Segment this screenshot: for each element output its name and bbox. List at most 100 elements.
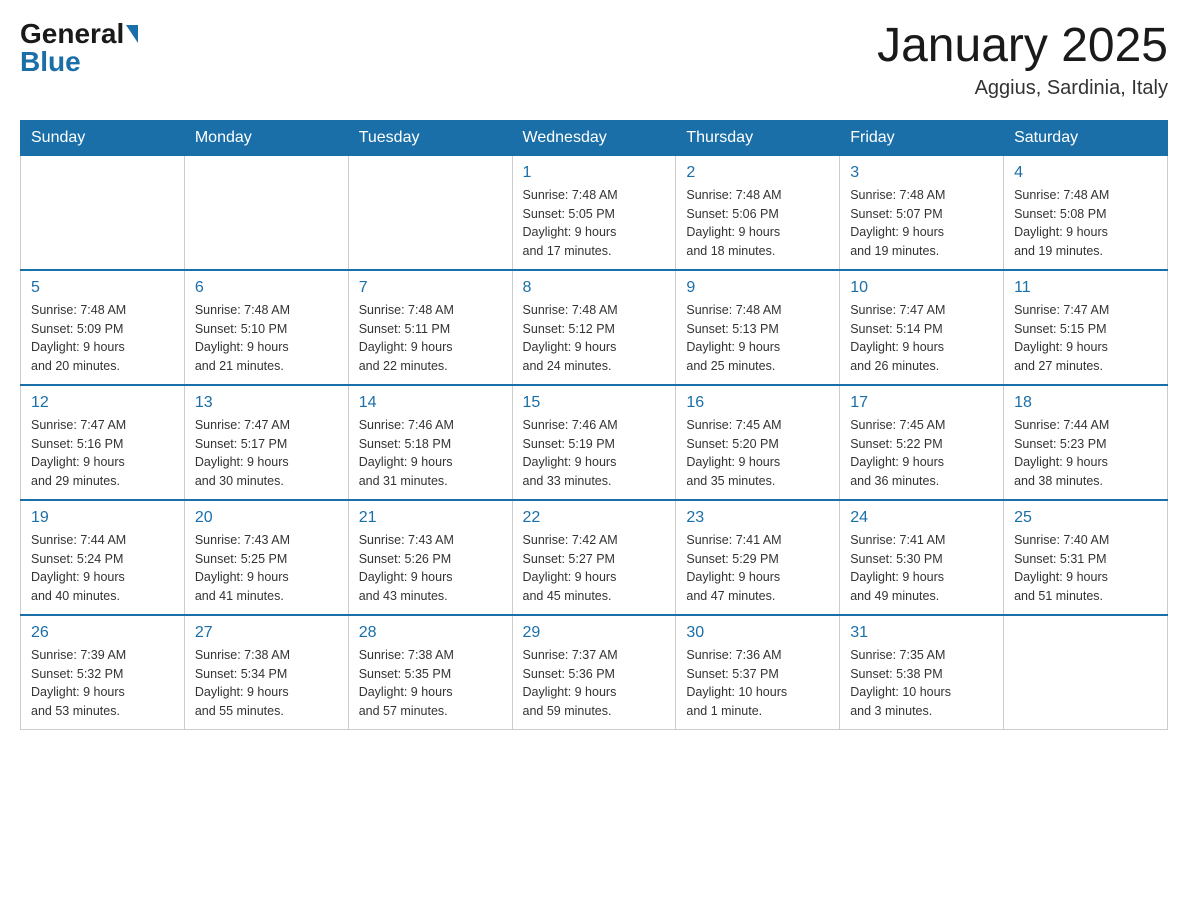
- day-number: 28: [359, 624, 502, 642]
- day-number: 1: [523, 164, 666, 182]
- calendar-cell: [1004, 615, 1168, 730]
- calendar-cell: 8Sunrise: 7:48 AM Sunset: 5:12 PM Daylig…: [512, 270, 676, 385]
- day-info: Sunrise: 7:48 AM Sunset: 5:12 PM Dayligh…: [523, 301, 666, 376]
- calendar-header-row: SundayMondayTuesdayWednesdayThursdayFrid…: [21, 120, 1168, 155]
- day-number: 24: [850, 509, 993, 527]
- day-header-wednesday: Wednesday: [512, 120, 676, 155]
- title-section: January 2025 Aggius, Sardinia, Italy: [877, 20, 1168, 100]
- month-title: January 2025: [877, 20, 1168, 73]
- day-number: 31: [850, 624, 993, 642]
- day-info: Sunrise: 7:38 AM Sunset: 5:35 PM Dayligh…: [359, 646, 502, 721]
- day-info: Sunrise: 7:48 AM Sunset: 5:05 PM Dayligh…: [523, 186, 666, 261]
- calendar-cell: 28 Sunrise: 7:38 AM Sunset: 5:35 PM Dayli…: [348, 615, 512, 730]
- day-header-sunday: Sunday: [21, 120, 185, 155]
- calendar-cell: 3Sunrise: 7:48 AM Sunset: 5:07 PM Daylig…: [840, 155, 1004, 270]
- day-info: Sunrise: 7:44 AM Sunset: 5:24 PM Dayligh…: [31, 531, 174, 606]
- calendar-cell: 26Sunrise: 7:39 AM Sunset: 5:32 PM Dayli…: [21, 615, 185, 730]
- day-number: 13: [195, 394, 338, 412]
- day-number: 7: [359, 279, 502, 297]
- day-number: 21: [359, 509, 502, 527]
- calendar-cell: 30Sunrise: 7:36 AM Sunset: 5:37 PM Dayli…: [676, 615, 840, 730]
- calendar-cell: 29 Sunrise: 7:37 AM Sunset: 5:36 PM Dayli…: [512, 615, 676, 730]
- day-info: Sunrise: 7:47 AM Sunset: 5:14 PM Dayligh…: [850, 301, 993, 376]
- calendar-cell: 17 Sunrise: 7:45 AM Sunset: 5:22 PM Dayli…: [840, 385, 1004, 500]
- day-info: Sunrise: 7:43 AM Sunset: 5:26 PM Dayligh…: [359, 531, 502, 606]
- calendar-cell: [348, 155, 512, 270]
- calendar-cell: 13 Sunrise: 7:47 AM Sunset: 5:17 PM Dayli…: [184, 385, 348, 500]
- day-number: 9: [686, 279, 829, 297]
- calendar-cell: 5 Sunrise: 7:48 AM Sunset: 5:09 PM Daylig…: [21, 270, 185, 385]
- day-info: Sunrise: 7:48 AM Sunset: 5:08 PM Dayligh…: [1014, 186, 1157, 261]
- calendar-cell: 21 Sunrise: 7:43 AM Sunset: 5:26 PM Dayli…: [348, 500, 512, 615]
- calendar-week-row: 5 Sunrise: 7:48 AM Sunset: 5:09 PM Daylig…: [21, 270, 1168, 385]
- day-info: Sunrise: 7:47 AM Sunset: 5:16 PM Dayligh…: [31, 416, 174, 491]
- day-number: 16: [686, 394, 829, 412]
- day-number: 2: [686, 164, 829, 182]
- day-info: Sunrise: 7:40 AM Sunset: 5:31 PM Dayligh…: [1014, 531, 1157, 606]
- day-number: 30: [686, 624, 829, 642]
- calendar-cell: 16 Sunrise: 7:45 AM Sunset: 5:20 PM Dayli…: [676, 385, 840, 500]
- day-info: Sunrise: 7:48 AM Sunset: 5:06 PM Dayligh…: [686, 186, 829, 261]
- day-number: 12: [31, 394, 174, 412]
- day-number: 19: [31, 509, 174, 527]
- day-info: Sunrise: 7:48 AM Sunset: 5:09 PM Dayligh…: [31, 301, 174, 376]
- calendar-table: SundayMondayTuesdayWednesdayThursdayFrid…: [20, 120, 1168, 730]
- calendar-cell: 24 Sunrise: 7:41 AM Sunset: 5:30 PM Dayli…: [840, 500, 1004, 615]
- calendar-cell: 25 Sunrise: 7:40 AM Sunset: 5:31 PM Dayli…: [1004, 500, 1168, 615]
- calendar-week-row: 26Sunrise: 7:39 AM Sunset: 5:32 PM Dayli…: [21, 615, 1168, 730]
- calendar-cell: 12 Sunrise: 7:47 AM Sunset: 5:16 PM Dayli…: [21, 385, 185, 500]
- day-info: Sunrise: 7:46 AM Sunset: 5:18 PM Dayligh…: [359, 416, 502, 491]
- day-info: Sunrise: 7:45 AM Sunset: 5:22 PM Dayligh…: [850, 416, 993, 491]
- day-number: 29: [523, 624, 666, 642]
- calendar-cell: 14 Sunrise: 7:46 AM Sunset: 5:18 PM Dayli…: [348, 385, 512, 500]
- page-header: General Blue January 2025 Aggius, Sardin…: [20, 20, 1168, 100]
- logo: General Blue: [20, 20, 138, 76]
- day-header-friday: Friday: [840, 120, 1004, 155]
- day-info: Sunrise: 7:45 AM Sunset: 5:20 PM Dayligh…: [686, 416, 829, 491]
- calendar-cell: 2 Sunrise: 7:48 AM Sunset: 5:06 PM Daylig…: [676, 155, 840, 270]
- day-info: Sunrise: 7:47 AM Sunset: 5:17 PM Dayligh…: [195, 416, 338, 491]
- day-info: Sunrise: 7:37 AM Sunset: 5:36 PM Dayligh…: [523, 646, 666, 721]
- day-number: 11: [1014, 279, 1157, 297]
- day-header-monday: Monday: [184, 120, 348, 155]
- day-info: Sunrise: 7:44 AM Sunset: 5:23 PM Dayligh…: [1014, 416, 1157, 491]
- day-number: 17: [850, 394, 993, 412]
- day-info: Sunrise: 7:48 AM Sunset: 5:11 PM Dayligh…: [359, 301, 502, 376]
- calendar-cell: [184, 155, 348, 270]
- calendar-cell: 10 Sunrise: 7:47 AM Sunset: 5:14 PM Dayli…: [840, 270, 1004, 385]
- day-number: 27: [195, 624, 338, 642]
- day-info: Sunrise: 7:41 AM Sunset: 5:30 PM Dayligh…: [850, 531, 993, 606]
- calendar-cell: 27 Sunrise: 7:38 AM Sunset: 5:34 PM Dayli…: [184, 615, 348, 730]
- calendar-cell: 6 Sunrise: 7:48 AM Sunset: 5:10 PM Daylig…: [184, 270, 348, 385]
- day-header-tuesday: Tuesday: [348, 120, 512, 155]
- logo-general-text: General: [20, 20, 124, 48]
- day-number: 18: [1014, 394, 1157, 412]
- calendar-cell: 31Sunrise: 7:35 AM Sunset: 5:38 PM Dayli…: [840, 615, 1004, 730]
- day-info: Sunrise: 7:48 AM Sunset: 5:07 PM Dayligh…: [850, 186, 993, 261]
- day-number: 22: [523, 509, 666, 527]
- calendar-cell: 22 Sunrise: 7:42 AM Sunset: 5:27 PM Dayli…: [512, 500, 676, 615]
- day-info: Sunrise: 7:43 AM Sunset: 5:25 PM Dayligh…: [195, 531, 338, 606]
- day-info: Sunrise: 7:47 AM Sunset: 5:15 PM Dayligh…: [1014, 301, 1157, 376]
- calendar-cell: 4Sunrise: 7:48 AM Sunset: 5:08 PM Daylig…: [1004, 155, 1168, 270]
- day-info: Sunrise: 7:41 AM Sunset: 5:29 PM Dayligh…: [686, 531, 829, 606]
- day-number: 25: [1014, 509, 1157, 527]
- day-info: Sunrise: 7:48 AM Sunset: 5:13 PM Dayligh…: [686, 301, 829, 376]
- calendar-cell: [21, 155, 185, 270]
- day-info: Sunrise: 7:42 AM Sunset: 5:27 PM Dayligh…: [523, 531, 666, 606]
- location-text: Aggius, Sardinia, Italy: [877, 77, 1168, 100]
- day-number: 26: [31, 624, 174, 642]
- day-number: 6: [195, 279, 338, 297]
- day-info: Sunrise: 7:38 AM Sunset: 5:34 PM Dayligh…: [195, 646, 338, 721]
- day-info: Sunrise: 7:48 AM Sunset: 5:10 PM Dayligh…: [195, 301, 338, 376]
- calendar-week-row: 12 Sunrise: 7:47 AM Sunset: 5:16 PM Dayli…: [21, 385, 1168, 500]
- calendar-cell: 20Sunrise: 7:43 AM Sunset: 5:25 PM Dayli…: [184, 500, 348, 615]
- calendar-cell: 1 Sunrise: 7:48 AM Sunset: 5:05 PM Daylig…: [512, 155, 676, 270]
- calendar-cell: 23Sunrise: 7:41 AM Sunset: 5:29 PM Dayli…: [676, 500, 840, 615]
- day-number: 14: [359, 394, 502, 412]
- calendar-cell: 18 Sunrise: 7:44 AM Sunset: 5:23 PM Dayli…: [1004, 385, 1168, 500]
- day-number: 10: [850, 279, 993, 297]
- calendar-cell: 19 Sunrise: 7:44 AM Sunset: 5:24 PM Dayli…: [21, 500, 185, 615]
- day-number: 5: [31, 279, 174, 297]
- calendar-week-row: 1 Sunrise: 7:48 AM Sunset: 5:05 PM Daylig…: [21, 155, 1168, 270]
